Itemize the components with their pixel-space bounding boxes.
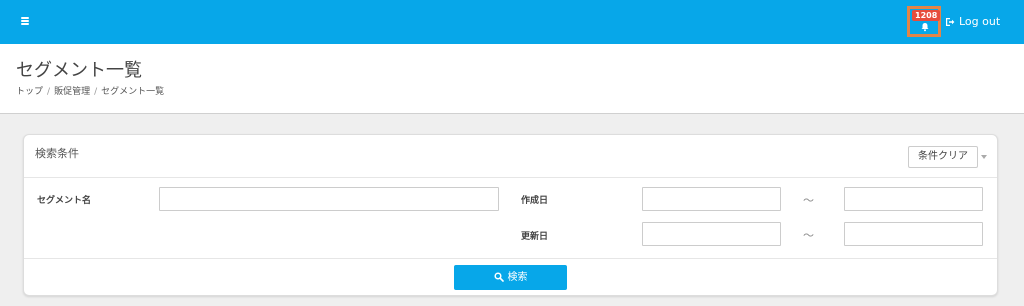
- breadcrumb-item-top[interactable]: トップ: [16, 87, 43, 97]
- breadcrumb-item-promotion[interactable]: 販促管理: [54, 87, 90, 97]
- logout-link[interactable]: Log out: [945, 14, 1000, 30]
- page-title: セグメント一覧: [16, 60, 142, 81]
- updated-date-range-separator: ～: [803, 229, 814, 242]
- segment-name-input[interactable]: [159, 187, 499, 211]
- logout-label: Log out: [959, 15, 1001, 28]
- created-date-label: 作成日: [521, 196, 549, 206]
- breadcrumb-separator: /: [47, 87, 51, 97]
- created-date-to-input[interactable]: [844, 187, 983, 211]
- breadcrumb-separator: /: [94, 87, 98, 97]
- breadcrumb: トップ / 販促管理 / セグメント一覧: [16, 84, 164, 97]
- search-panel-title: 検索条件: [35, 147, 79, 160]
- segment-name-label: セグメント名: [37, 196, 92, 206]
- bell-icon: [921, 23, 929, 32]
- divider: [24, 177, 997, 178]
- logout-icon: [946, 18, 955, 26]
- clear-conditions-button[interactable]: 条件クリア: [908, 146, 978, 168]
- hamburger-menu-icon[interactable]: [18, 14, 32, 28]
- updated-date-label: 更新日: [521, 232, 549, 242]
- notification-button[interactable]: 1208: [907, 6, 941, 37]
- breadcrumb-item-current: セグメント一覧: [101, 87, 165, 97]
- page-header: セグメント一覧 トップ / 販促管理 / セグメント一覧: [0, 44, 1024, 114]
- created-date-from-input[interactable]: [642, 187, 781, 211]
- notification-count-badge: 1208: [912, 10, 941, 21]
- search-icon: [493, 272, 504, 282]
- search-panel: 検索条件 条件クリア セグメント名 作成日 ～ 更新日 ～ 検索: [23, 134, 998, 296]
- caret-down-icon[interactable]: [981, 155, 987, 159]
- search-button-label: 検索: [507, 272, 528, 283]
- top-navbar: 1208 Log out: [0, 0, 1024, 44]
- updated-date-from-input[interactable]: [642, 222, 781, 246]
- updated-date-to-input[interactable]: [844, 222, 983, 246]
- created-date-range-separator: ～: [803, 194, 814, 207]
- search-button[interactable]: 検索: [454, 265, 567, 290]
- divider: [24, 258, 997, 259]
